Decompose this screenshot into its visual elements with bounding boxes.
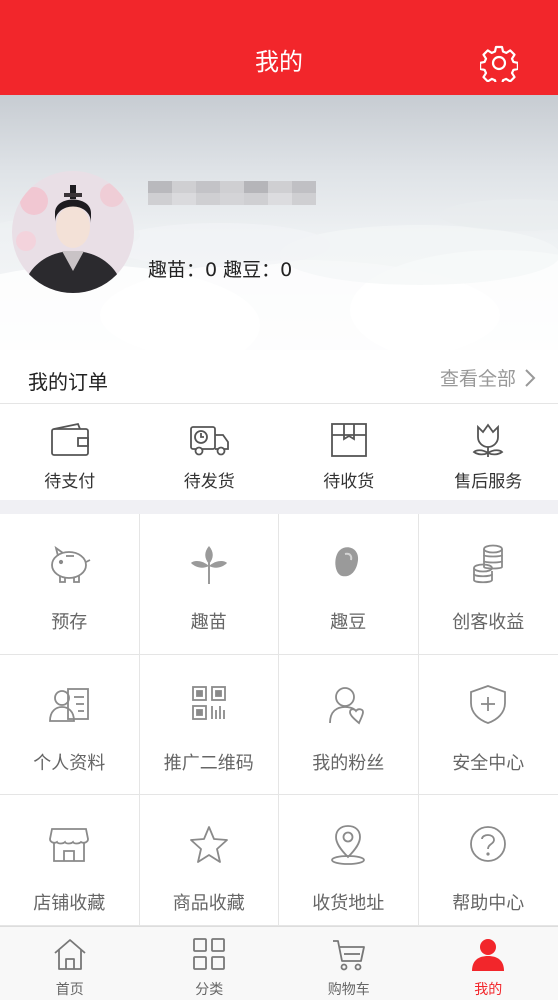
grid-label: 店铺收藏 <box>33 893 106 914</box>
star-icon <box>189 826 228 863</box>
profile-banner: 趣苗：0 趣豆：0 <box>0 95 558 350</box>
grid-item-prepaid[interactable]: 预存 <box>0 514 140 655</box>
order-pending-payment[interactable]: 待支付 <box>0 405 140 500</box>
my-orders-header: 我的订单 查看全部 <box>0 350 558 404</box>
settings-gear-icon[interactable] <box>478 44 519 86</box>
grid-label: 帮助中心 <box>452 893 525 914</box>
grid-label: 创客收益 <box>452 612 525 633</box>
view-all-label: 查看全部 <box>439 368 516 390</box>
grid-label: 我的粉丝 <box>312 753 385 774</box>
my-orders-title: 我的订单 <box>28 370 108 394</box>
grid-label: 预存 <box>51 612 88 633</box>
order-after-sales[interactable]: 售后服务 <box>419 405 558 500</box>
category-grid-icon <box>193 938 226 970</box>
view-all-orders-link[interactable]: 查看全部 <box>440 364 536 391</box>
grid-item-qr-code[interactable]: 推广二维码 <box>139 655 279 795</box>
bottom-tab-bar: 首页 分类 购物车 我的 <box>0 926 558 1000</box>
grid-label: 收货地址 <box>312 893 385 914</box>
bean-icon <box>335 547 359 577</box>
top-bar: 我的 <box>0 0 558 95</box>
profile-card-icon <box>49 688 90 722</box>
grid-item-profile[interactable]: 个人资料 <box>0 655 140 795</box>
tab-label: 购物车 <box>327 982 370 998</box>
grid-item-product-favorites[interactable]: 商品收藏 <box>139 795 279 926</box>
grid-label: 推广二维码 <box>163 753 254 774</box>
tab-mine[interactable]: 我的 <box>419 927 558 1000</box>
grid-item-qumiao[interactable]: 趣苗 <box>139 514 279 655</box>
page-title: 我的 <box>255 48 303 76</box>
grid-label: 安全中心 <box>452 753 525 774</box>
cart-icon <box>332 940 365 971</box>
grid-label: 趣豆 <box>330 612 367 633</box>
qr-code-icon <box>191 686 226 720</box>
order-label: 售后服务 <box>454 472 523 492</box>
seedling-icon <box>190 546 227 584</box>
tab-category[interactable]: 分类 <box>140 927 280 1000</box>
grid-label: 商品收藏 <box>172 893 245 914</box>
grid-item-qudou[interactable]: 趣豆 <box>279 514 419 655</box>
user-heart-icon <box>329 687 365 725</box>
flower-icon <box>472 423 504 457</box>
grid-item-shipping-address[interactable]: 收货地址 <box>279 795 419 926</box>
home-icon <box>54 939 86 970</box>
grid-item-store-favorites[interactable]: 店铺收藏 <box>0 795 140 926</box>
avatar[interactable] <box>12 171 134 293</box>
points-stats: 趣苗：0 趣豆：0 <box>148 259 293 281</box>
tab-home[interactable]: 首页 <box>0 927 140 1000</box>
order-label: 待发货 <box>183 472 235 492</box>
tab-label: 分类 <box>195 982 224 998</box>
user-icon <box>472 939 505 971</box>
chevron-right-icon <box>525 368 536 387</box>
grid-item-security[interactable]: 安全中心 <box>418 655 558 795</box>
coins-icon <box>473 544 504 584</box>
order-to-receive[interactable]: 待收货 <box>279 405 419 500</box>
order-to-ship[interactable]: 待发货 <box>140 405 280 500</box>
delivery-truck-icon <box>190 426 230 456</box>
section-divider <box>0 500 558 514</box>
location-pin-icon <box>331 825 366 865</box>
username-blurred[interactable] <box>148 179 316 207</box>
tab-cart[interactable]: 购物车 <box>279 927 419 1000</box>
order-label: 待支付 <box>44 472 96 492</box>
grid-item-fans[interactable]: 我的粉丝 <box>279 655 419 795</box>
wallet-icon <box>50 422 89 456</box>
order-status-row: 待支付 待发货 待收货 售后服务 <box>0 405 558 500</box>
shield-plus-icon <box>470 685 507 724</box>
tab-label: 我的 <box>474 982 503 998</box>
function-grid: 预存 趣苗 趣豆 创客收益 个人资料 推广二维码 我的粉丝 安全中心 店铺收藏 … <box>0 514 558 926</box>
piggy-bank-icon <box>51 545 91 583</box>
package-icon <box>330 423 367 457</box>
order-label: 待收货 <box>323 472 375 492</box>
grid-label: 趣苗 <box>190 612 227 633</box>
grid-item-maker-earnings[interactable]: 创客收益 <box>418 514 558 655</box>
grid-label: 个人资料 <box>33 753 106 774</box>
tab-label: 首页 <box>55 982 84 998</box>
question-icon <box>470 826 507 862</box>
grid-item-help-center[interactable]: 帮助中心 <box>418 795 558 926</box>
store-icon <box>49 828 90 862</box>
